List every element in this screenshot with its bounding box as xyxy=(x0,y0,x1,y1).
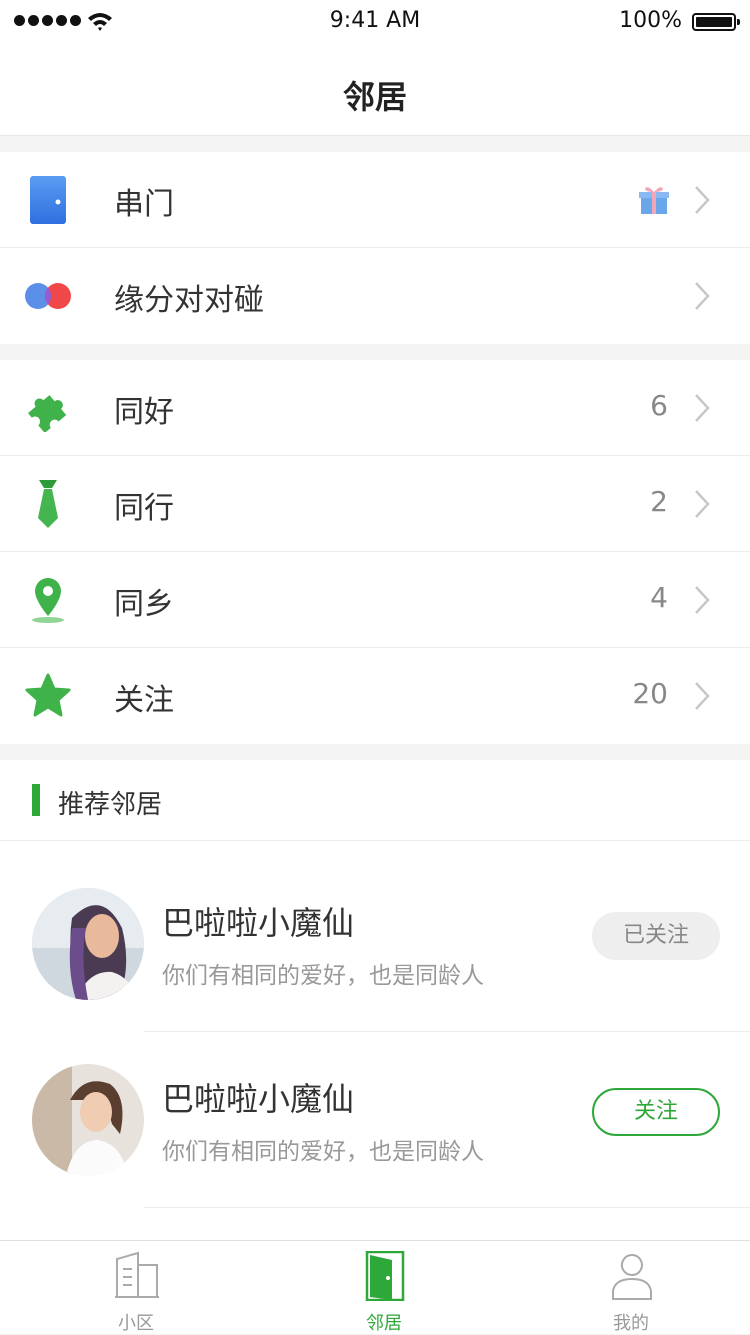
star-icon xyxy=(25,673,71,717)
section-accent-bar xyxy=(32,784,40,816)
tab-community[interactable]: 小区 xyxy=(11,1241,261,1335)
menu-item-same-hobby[interactable]: 同好 6 xyxy=(0,360,750,456)
tie-icon xyxy=(38,480,58,528)
follow-button[interactable]: 关注 xyxy=(592,1088,720,1136)
puzzle-icon xyxy=(28,395,67,432)
location-pin-icon xyxy=(32,578,64,623)
user-name: 巴啦啦小魔仙 xyxy=(162,904,355,942)
section-header: 推荐邻居 xyxy=(0,760,750,841)
menu-item-count: 20 xyxy=(632,677,668,710)
menu-item-label: 缘分对对碰 xyxy=(114,283,264,318)
menu-item-label: 同好 xyxy=(114,395,174,430)
menu-item-count: 4 xyxy=(650,581,668,614)
user-description: 你们有相同的爱好，也是同龄人 xyxy=(162,963,484,989)
menu-item-same-hometown[interactable]: 同乡 4 xyxy=(0,552,750,648)
chevron-right-icon xyxy=(695,394,710,422)
status-bar: 9:41 AM 100% xyxy=(0,0,750,44)
recommend-section: 推荐邻居 巴啦啦小魔仙 你们有相同的爱好，也是同龄人 已关注 巴啦啦小魔仙 你们… xyxy=(0,760,750,1240)
door-icon xyxy=(365,1251,405,1301)
tab-me[interactable]: 我的 xyxy=(506,1241,750,1335)
menu-item-label: 串门 xyxy=(114,187,174,222)
menu-group-primary: 串门 缘分对对碰 xyxy=(0,152,750,344)
building-icon xyxy=(115,1251,159,1298)
chevron-right-icon xyxy=(695,490,710,518)
menu-item-same-profession[interactable]: 同行 2 xyxy=(0,456,750,552)
tab-label: 小区 xyxy=(118,1313,154,1334)
gift-icon xyxy=(639,187,669,214)
menu-item-label: 同行 xyxy=(114,491,174,526)
menu-item-visit[interactable]: 串门 xyxy=(0,152,750,248)
user-name: 巴啦啦小魔仙 xyxy=(162,1080,355,1118)
user-icon xyxy=(612,1254,652,1300)
list-item[interactable]: 巴啦啦小魔仙 你们有相同的爱好，也是同龄人 关注 xyxy=(0,1032,750,1208)
match-circles-icon xyxy=(25,283,71,309)
avatar[interactable] xyxy=(32,1064,144,1176)
list-item[interactable]: 巴啦啦小魔仙 你们有相同的爱好，也是同龄人 已关注 xyxy=(0,856,750,1032)
menu-item-count: 2 xyxy=(650,485,668,518)
door-icon xyxy=(30,176,66,224)
chevron-right-icon xyxy=(695,682,710,710)
chevron-right-icon xyxy=(695,282,710,310)
menu-item-label: 关注 xyxy=(114,683,174,718)
menu-item-label: 同乡 xyxy=(114,587,174,622)
tab-bar: 小区 邻居 我的 xyxy=(0,1240,750,1334)
nav-bar: 邻居 xyxy=(0,44,750,136)
chevron-right-icon xyxy=(695,186,710,214)
menu-item-following[interactable]: 关注 20 xyxy=(0,648,750,744)
user-description: 你们有相同的爱好，也是同龄人 xyxy=(162,1139,484,1165)
tab-neighbors[interactable]: 邻居 xyxy=(259,1241,509,1335)
battery-icon xyxy=(692,13,740,31)
chevron-right-icon xyxy=(695,586,710,614)
battery-percentage: 100% xyxy=(619,8,682,33)
menu-item-count: 6 xyxy=(650,389,668,422)
page-title: 邻居 xyxy=(342,78,407,116)
tab-label: 邻居 xyxy=(366,1313,402,1334)
section-title: 推荐邻居 xyxy=(58,790,163,820)
avatar[interactable] xyxy=(32,888,144,1000)
menu-group-relations: 同好 6 同行 2 同乡 4 关注 20 xyxy=(0,360,750,744)
followed-button[interactable]: 已关注 xyxy=(592,912,720,960)
tab-label: 我的 xyxy=(613,1313,649,1334)
menu-item-match[interactable]: 缘分对对碰 xyxy=(0,248,750,344)
